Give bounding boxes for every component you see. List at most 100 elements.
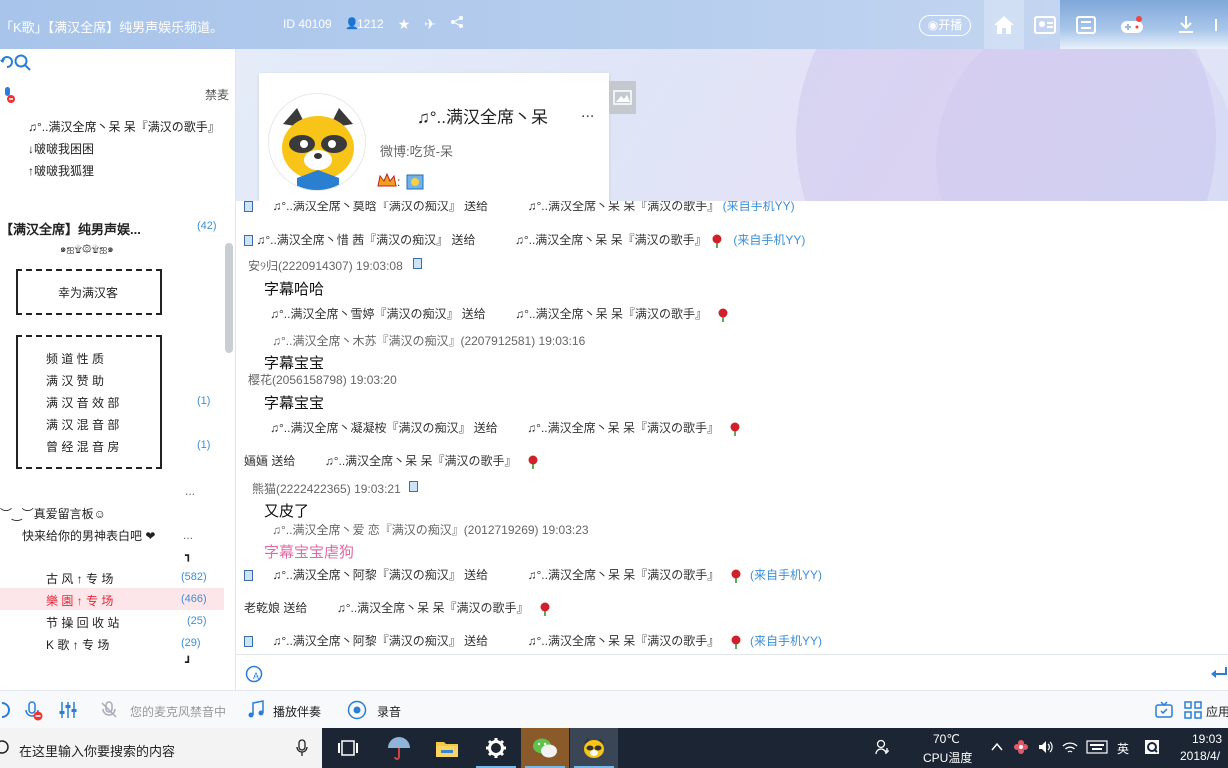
subchannel-count: (1) [197, 439, 211, 451]
room-item[interactable]: 古 风 ↑ 专 场 [46, 570, 113, 587]
board-message[interactable]: 快来给你的男神表白吧 ❤ [22, 527, 155, 544]
tab-games[interactable] [1112, 0, 1152, 49]
ban-mic-label[interactable]: 禁麦 [205, 86, 229, 103]
microphone-icon[interactable] [296, 739, 308, 757]
star-icon[interactable]: ★ [395, 15, 413, 33]
anchor-weibo[interactable]: 微博:吃货-呆 [380, 141, 453, 160]
clock-time[interactable]: 19:03 [1192, 732, 1222, 746]
search-placeholder: 在这里输入你要搜索的内容 [19, 744, 176, 759]
people-icon[interactable] [875, 739, 891, 758]
gift-sender: ♫°..满汉全席丶阿黎『满汉の痴汉』 送给 [272, 568, 489, 582]
subchannel-item[interactable]: 频 道 性 质 [46, 350, 104, 367]
gift-message: 婳婳 送给 ♫°..满汉全席丶呆 呆『满汉の歌手』 [244, 452, 540, 469]
search-icon[interactable] [14, 54, 32, 75]
apps-grid-icon[interactable] [1184, 701, 1202, 722]
anchor-name[interactable]: ♫°..满汉全席丶呆 [417, 103, 548, 128]
flower-tray-icon[interactable] [1013, 739, 1029, 758]
go-live-button[interactable]: ◉开播 [919, 15, 971, 36]
ime-language[interactable]: 英 [1117, 740, 1129, 757]
room-count: (25) [187, 615, 207, 627]
font-style-icon[interactable]: A [245, 664, 265, 687]
gift-receiver: ♫°..满汉全席丶呆 呆『满汉の歌手』 [527, 634, 720, 648]
room-item[interactable]: K 歌 ↑ 专 场 [46, 636, 109, 653]
plane-icon[interactable]: ✈ [421, 15, 439, 33]
gift-sender: ♫°..满汉全席丶惜 茜『满汉の痴汉』 送给 [256, 233, 476, 247]
tab-home[interactable] [984, 0, 1024, 49]
gift-sender: 婳婳 送给 [244, 454, 296, 468]
wechat-icon [533, 738, 557, 758]
task-view-button[interactable] [324, 728, 372, 768]
subchannel-item[interactable]: 满 汉 赞 助 [46, 372, 104, 389]
mixer-icon[interactable] [58, 700, 78, 723]
play-accompaniment-button[interactable]: 播放伴奏 [273, 703, 321, 720]
message-board[interactable]: ︶‿︶真爱留言板☺ [0, 505, 106, 522]
subchannel-item[interactable]: 满 汉 混 音 部 [46, 416, 119, 433]
tab-download[interactable] [1166, 0, 1206, 49]
profile-more[interactable]: ... [581, 104, 594, 122]
room-count: (29) [181, 637, 201, 649]
gift-message: ♫°..满汉全席丶雪婷『满汉の痴汉』 送给 ♫°..满汉全席丶呆 呆『满汉の歌手… [270, 305, 730, 322]
chat-sender[interactable]: 樱花(2056158798) 19:03:20 [248, 371, 397, 388]
taskbar-app-wechat[interactable] [521, 728, 569, 768]
gift-receiver: ♫°..满汉全席丶呆 呆『满汉の歌手』 [515, 307, 707, 321]
volume-icon[interactable] [1038, 739, 1054, 758]
taskbar-search-box[interactable]: 在这里输入你要搜索的内容 [0, 728, 322, 768]
keyboard-icon[interactable] [1086, 740, 1108, 757]
more-dots[interactable]: ... [183, 528, 193, 542]
record-button[interactable]: 录音 [377, 703, 401, 720]
share-icon[interactable] [448, 15, 466, 33]
channel-scrollbar[interactable] [225, 243, 233, 353]
clock-date[interactable]: 2018/4/ [1180, 749, 1220, 763]
tray-expand-icon[interactable] [990, 740, 1004, 757]
chat-sender[interactable]: ♫°..满汉全席丶爱 恋『满汉の痴汉』(2012719269) 19:03:23 [272, 521, 589, 538]
more-dots[interactable]: ... [185, 484, 195, 498]
chat-sender[interactable]: 安୨归(2220914307) 19:03:08 [248, 257, 403, 274]
subchannel-item[interactable]: 满 汉 音 效 部 [46, 394, 119, 411]
rose-icon [526, 455, 540, 469]
music-note-icon[interactable] [247, 700, 265, 723]
speaker-queue-item[interactable]: ↑啵啵我狐狸 [28, 162, 94, 179]
gift-source-tag: (来自手机YY) [733, 233, 806, 247]
banner-image-button[interactable] [609, 81, 636, 114]
speaker-queue-item[interactable]: ♫°..满汉全席丶呆 呆『满汉の歌手』 [28, 118, 220, 135]
anchor-avatar[interactable] [268, 93, 366, 191]
speaker-icon[interactable] [0, 701, 10, 722]
gift-sender: 老乾娘 送给 [244, 601, 308, 615]
channel-root-name[interactable]: 【满汉全席】纯男声娱... [0, 219, 141, 238]
gift-message: ♫°..满汉全席丶阿黎『满汉の痴汉』 送给 ♫°..满汉全席丶呆 呆『满汉の歌手… [244, 632, 822, 649]
taskbar-app-explorer[interactable] [423, 728, 471, 768]
chat-input-bar[interactable]: A [236, 654, 1228, 690]
tv-icon[interactable] [1155, 701, 1173, 722]
gift-receiver: ♫°..满汉全席丶呆 呆『满汉の歌手』 [527, 421, 719, 435]
record-icon[interactable] [347, 700, 367, 723]
gift-sender: ♫°..满汉全席丶凝凝桉『满汉の痴汉』 送给 [270, 421, 498, 435]
notification-q-icon[interactable] [1144, 739, 1160, 758]
subchannel-item[interactable]: 曾 经 混 音 房 [46, 438, 119, 455]
chat-sender[interactable]: 熊猫(2222422365) 19:03:21 [252, 480, 401, 497]
tab-more[interactable] [1208, 0, 1228, 49]
speaker-queue-item[interactable]: ↓啵啵我困困 [28, 140, 94, 157]
welcome-text[interactable]: 幸为满汉客 [58, 284, 118, 301]
mic-muted-icon[interactable] [24, 701, 44, 724]
tab-profile-card[interactable] [1025, 0, 1065, 49]
wifi-icon[interactable] [1062, 739, 1078, 758]
gift-message: 老乾娘 送给 ♫°..满汉全席丶呆 呆『满汉の歌手』 [244, 599, 552, 616]
taskbar-app-yy[interactable] [570, 728, 618, 768]
taskbar-app-browser[interactable] [375, 728, 423, 768]
chat-area[interactable]: ♫°..满汉全席丶莫晗『满汉の痴汉』 送给 ♫°..满汉全席丶呆 呆『满汉の歌手… [236, 201, 1228, 654]
room-item-selected[interactable]: 樂 園 ↑ 专 场 [46, 592, 113, 609]
channel-panel: 禁麦 ♫°..满汉全席丶呆 呆『满汉の歌手』 ↓啵啵我困困 ↑啵啵我狐狸 【满汉… [0, 49, 236, 690]
apps-button[interactable]: 应用 [1206, 703, 1228, 720]
refresh-icon[interactable] [0, 54, 14, 73]
gear-icon [486, 738, 506, 758]
send-icon[interactable] [1210, 665, 1228, 684]
rose-icon [716, 308, 730, 322]
gift-message: ♫°..满汉全席丶凝凝桉『满汉の痴汉』 送给 ♫°..满汉全席丶呆 呆『满汉の歌… [270, 419, 742, 436]
room-item[interactable]: 节 操 回 收 站 [46, 614, 119, 631]
chat-sender[interactable]: ♫°..满汉全席丶木苏『满汉の痴汉』(2207912581) 19:03:16 [272, 332, 585, 349]
taskbar-app-settings[interactable] [472, 728, 520, 768]
chat-text-colored: 字幕宝宝虐狗 [264, 544, 355, 561]
tab-list[interactable] [1066, 0, 1106, 49]
raccoon-mascot-icon [282, 108, 354, 190]
gift-source-tag: (来自手机YY) [750, 634, 823, 648]
